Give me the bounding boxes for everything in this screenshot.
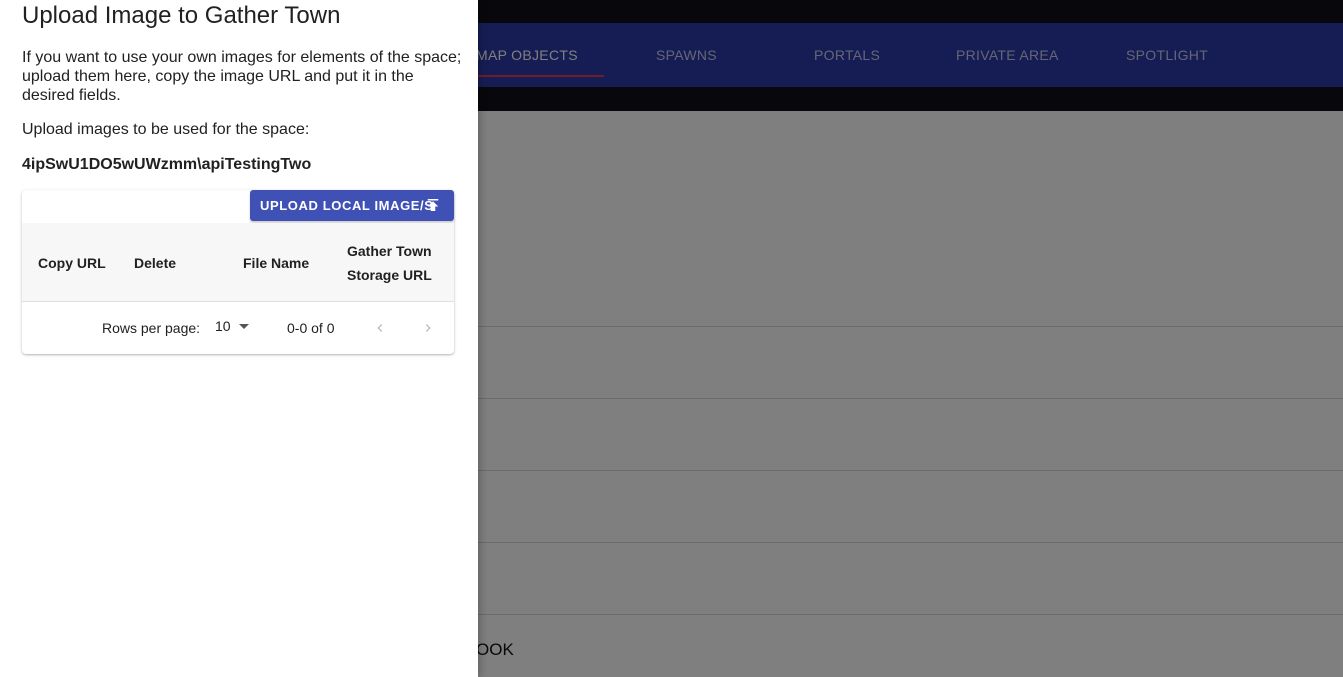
upload-local-images-button[interactable]: UPLOAD LOCAL IMAGE/S	[250, 190, 454, 221]
rows-per-page-label: Rows per page:	[102, 320, 201, 336]
space-path: 4ipSwU1DO5wUWzmm\apiTestingTwo	[22, 156, 312, 173]
column-header-copy-url[interactable]: Copy URL	[38, 251, 106, 275]
column-header-file-name[interactable]: File Name	[243, 251, 309, 275]
pagination-range: 0-0 of 0	[287, 320, 335, 336]
table-header: Copy URL Delete File Name Gather Town St…	[22, 223, 454, 302]
rows-per-page-select[interactable]: 10	[215, 318, 249, 334]
images-table: UPLOAD LOCAL IMAGE/S Copy URL Delete Fil…	[22, 190, 454, 354]
drawer-title: Upload Image to Gather Town	[22, 2, 341, 29]
table-pagination: Rows per page: 10 0-0 of 0	[22, 303, 454, 354]
chevron-right-icon	[425, 324, 431, 332]
upload-drawer: Upload Image to Gather Town If you want …	[0, 0, 478, 677]
upload-label: Upload images to be used for the space:	[22, 121, 310, 138]
next-page-button[interactable]	[417, 317, 439, 339]
column-header-storage-url[interactable]: Gather Town Storage URL	[347, 239, 447, 287]
upload-icon	[427, 199, 439, 211]
chevron-left-icon	[377, 324, 383, 332]
previous-page-button[interactable]	[369, 317, 391, 339]
upload-button-label: UPLOAD LOCAL IMAGE/S	[260, 198, 434, 213]
column-header-delete[interactable]: Delete	[134, 251, 176, 275]
drawer-description: If you want to use your own images for e…	[22, 49, 462, 104]
rows-per-page-value: 10	[215, 318, 231, 334]
chevron-down-icon	[238, 323, 249, 329]
